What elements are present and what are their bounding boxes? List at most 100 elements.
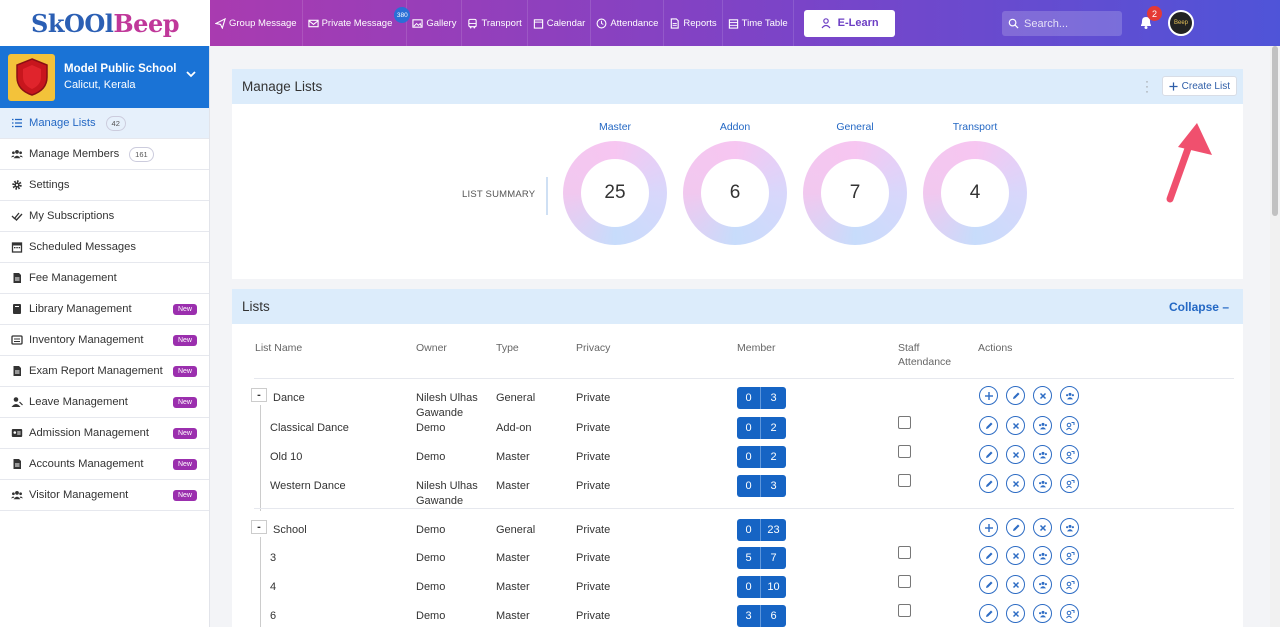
member-count[interactable]: 03 <box>737 387 786 409</box>
elearn-button[interactable]: E-Learn <box>803 9 895 37</box>
nav-private-message[interactable]: Private Message 380 <box>303 0 411 46</box>
members-button[interactable] <box>1060 386 1079 405</box>
member-count-total: 6 <box>770 610 777 622</box>
create-list-button[interactable]: Create List <box>1161 76 1237 96</box>
edit-button[interactable] <box>979 546 998 565</box>
edit-button[interactable] <box>979 416 998 435</box>
edit-button[interactable] <box>1006 518 1025 537</box>
collapse-button[interactable]: Collapse – <box>1169 300 1229 314</box>
list-name[interactable]: School <box>273 523 307 537</box>
member-count[interactable]: 0 10 <box>737 576 786 598</box>
transfer-button[interactable] <box>1060 416 1079 435</box>
members-button[interactable] <box>1033 604 1052 623</box>
list-name[interactable]: Classical Dance <box>270 421 349 435</box>
edit-button[interactable] <box>979 445 998 464</box>
sidebar-item-leave-management[interactable]: Leave Management New <box>0 387 209 418</box>
member-count[interactable]: 0 23 <box>737 519 786 541</box>
staff-attendance-checkbox[interactable] <box>898 416 911 429</box>
chevron-down-icon[interactable] <box>185 68 197 80</box>
list-name[interactable]: Old 10 <box>270 450 302 464</box>
add-sublist-button[interactable] <box>979 518 998 537</box>
member-count[interactable]: 36 <box>737 605 786 627</box>
members-button[interactable] <box>1033 575 1052 594</box>
sidebar-item-label: Accounts Management <box>29 458 144 470</box>
list-name[interactable]: 6 <box>270 609 276 623</box>
sidebar-item-manage-members[interactable]: Manage Members 161 <box>0 139 209 170</box>
list-name[interactable]: 3 <box>270 551 276 565</box>
member-count[interactable]: 02 <box>737 417 786 439</box>
more-options-icon[interactable]: · · · <box>1145 75 1149 97</box>
school-location: Calicut, Kerala <box>64 79 136 91</box>
sidebar-item-scheduled-messages[interactable]: Scheduled Messages <box>0 232 209 263</box>
scrollbar[interactable] <box>1270 46 1280 627</box>
staff-attendance-checkbox[interactable] <box>898 445 911 458</box>
nav-calendar[interactable]: Calendar <box>528 0 592 46</box>
delete-button[interactable] <box>1006 416 1025 435</box>
delete-button[interactable] <box>1006 575 1025 594</box>
search-box[interactable] <box>1002 11 1122 36</box>
transfer-button[interactable] <box>1060 445 1079 464</box>
timetable-icon <box>728 18 738 29</box>
transfer-button[interactable] <box>1060 546 1079 565</box>
member-count[interactable]: 03 <box>737 475 786 497</box>
member-count[interactable]: 57 <box>737 547 786 569</box>
nav-attendance[interactable]: Attendance <box>591 0 665 46</box>
nav-transport[interactable]: Transport <box>462 0 528 46</box>
avatar[interactable]: Beep <box>1168 10 1194 36</box>
search-input[interactable] <box>1024 17 1114 30</box>
summary-donut-transport: 4 <box>923 141 1027 245</box>
list-owner-line2: Gawande <box>416 495 464 507</box>
list-name[interactable]: Western Dance <box>270 479 346 493</box>
sidebar-item-settings[interactable]: Settings <box>0 170 209 201</box>
collapse-group-toggle[interactable]: - <box>251 520 267 534</box>
sidebar-item-admission-management[interactable]: Admission Management New <box>0 418 209 449</box>
transfer-button[interactable] <box>1060 604 1079 623</box>
delete-button[interactable] <box>1006 546 1025 565</box>
transfer-button[interactable] <box>1060 575 1079 594</box>
edit-button[interactable] <box>1006 386 1025 405</box>
scrollbar-thumb[interactable] <box>1272 46 1278 216</box>
sidebar-item-exam-report-management[interactable]: Exam Report Management New <box>0 356 209 387</box>
sidebar-item-fee-management[interactable]: Fee Management <box>0 263 209 294</box>
nav-group-message[interactable]: Group Message <box>210 0 303 46</box>
members-button[interactable] <box>1033 445 1052 464</box>
delete-button[interactable] <box>1033 386 1052 405</box>
edit-button[interactable] <box>979 474 998 493</box>
list-name[interactable]: 4 <box>270 580 276 594</box>
delete-button[interactable] <box>1033 518 1052 537</box>
nav-gallery[interactable]: Gallery <box>407 0 463 46</box>
delete-button[interactable] <box>1006 445 1025 464</box>
sidebar-item-my-subscriptions[interactable]: My Subscriptions <box>0 201 209 232</box>
collapse-group-toggle[interactable]: - <box>251 388 267 402</box>
staff-attendance-checkbox[interactable] <box>898 474 911 487</box>
user-transfer-icon <box>1065 421 1074 430</box>
sidebar-item-accounts-management[interactable]: Accounts Management New <box>0 449 209 480</box>
delete-button[interactable] <box>1006 474 1025 493</box>
sidebar-item-library-management[interactable]: Library Management New <box>0 294 209 325</box>
members-button[interactable] <box>1033 546 1052 565</box>
summary-title-transport: Transport <box>952 121 998 133</box>
nav-reports[interactable]: Reports <box>664 0 723 46</box>
nav-time-table[interactable]: Time Table <box>723 0 794 46</box>
members-button[interactable] <box>1033 416 1052 435</box>
list-type: Master <box>496 552 530 564</box>
logo[interactable]: SkOOlBeep <box>0 0 210 46</box>
sidebar-item-manage-lists[interactable]: Manage Lists 42 <box>0 108 209 139</box>
delete-button[interactable] <box>1006 604 1025 623</box>
sidebar-item-inventory-management[interactable]: Inventory Management New <box>0 325 209 356</box>
members-button[interactable] <box>1033 474 1052 493</box>
sidebar-item-visitor-management[interactable]: Visitor Management New <box>0 480 209 511</box>
school-selector[interactable]: Model Public School Calicut, Kerala <box>0 46 209 108</box>
member-count[interactable]: 02 <box>737 446 786 468</box>
staff-attendance-checkbox[interactable] <box>898 575 911 588</box>
member-count-staff: 0 <box>737 576 761 598</box>
edit-button[interactable] <box>979 575 998 594</box>
list-privacy: Private <box>576 392 611 404</box>
edit-button[interactable] <box>979 604 998 623</box>
members-button[interactable] <box>1060 518 1079 537</box>
staff-attendance-checkbox[interactable] <box>898 604 911 617</box>
list-name[interactable]: Dance <box>273 391 305 405</box>
transfer-button[interactable] <box>1060 474 1079 493</box>
add-sublist-button[interactable] <box>979 386 998 405</box>
staff-attendance-checkbox[interactable] <box>898 546 911 559</box>
